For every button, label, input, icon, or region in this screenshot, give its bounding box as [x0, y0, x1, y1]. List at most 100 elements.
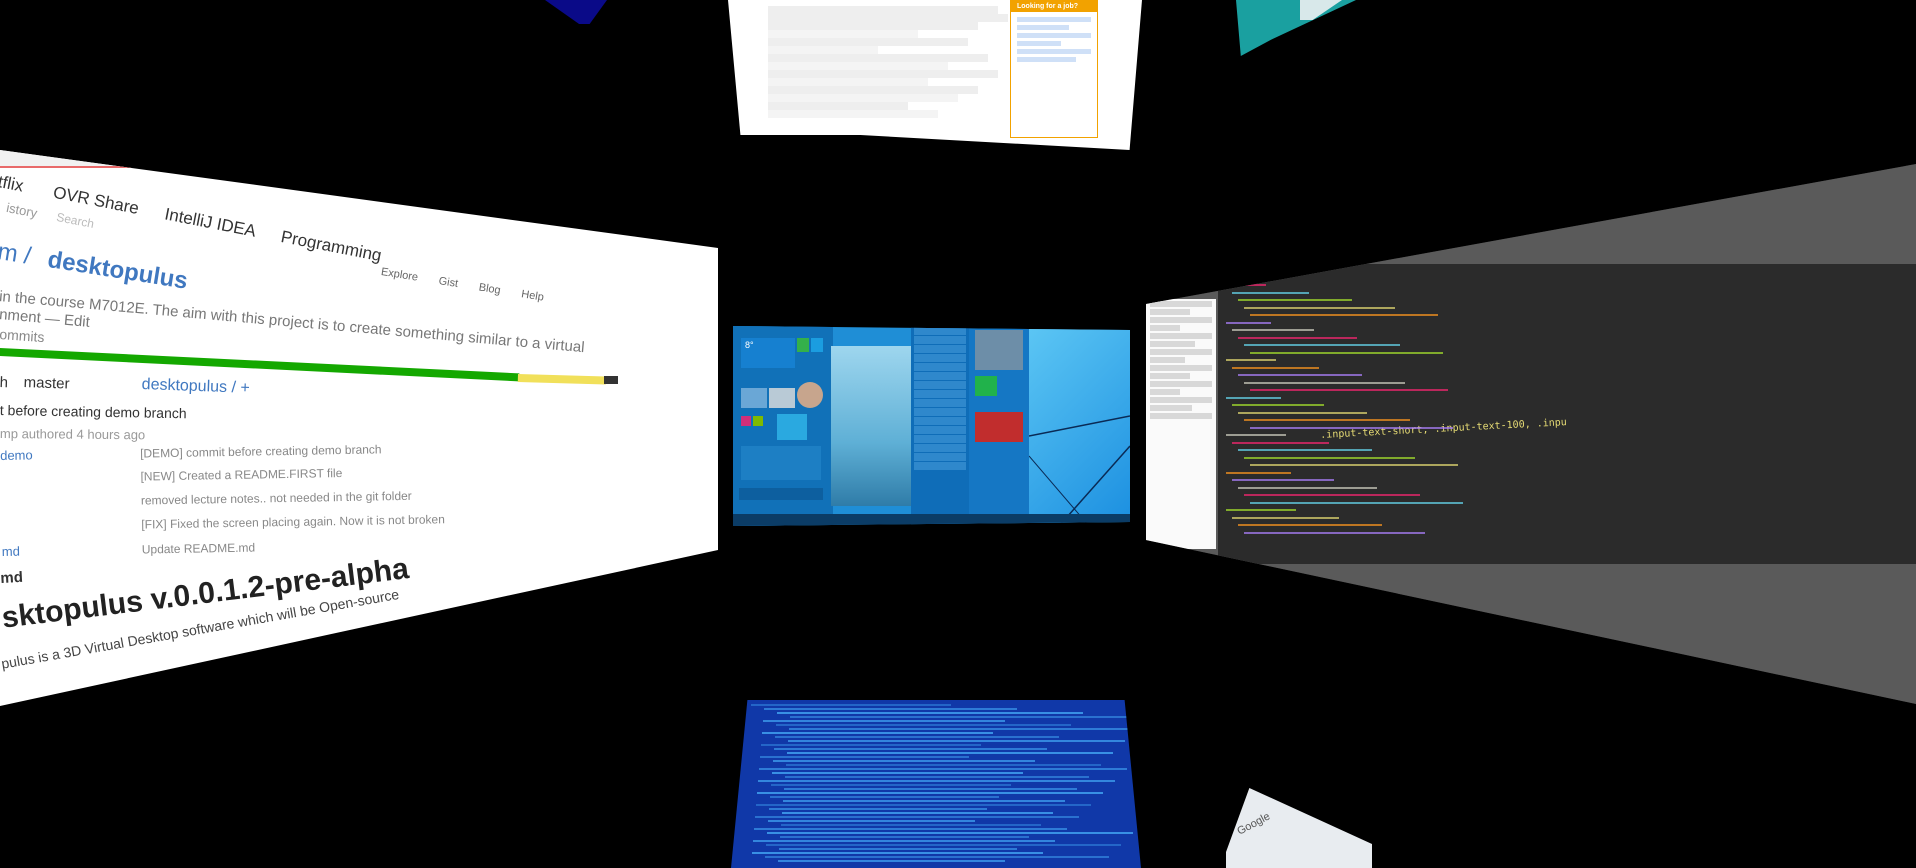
code-line: [1226, 359, 1276, 361]
wallpaper-lines: [1028, 415, 1130, 526]
code-line: [1238, 524, 1382, 526]
code-line: [1244, 344, 1400, 346]
file-name[interactable]: [1, 529, 141, 531]
branch-selector[interactable]: master: [23, 374, 69, 393]
twitter-tile[interactable]: [777, 414, 807, 440]
repo-owner[interactable]: m /: [0, 238, 33, 271]
terminal-line: [774, 748, 1047, 750]
code-line: [1250, 426, 1453, 429]
taskbar[interactable]: [733, 514, 1130, 526]
weather-tile[interactable]: 8°: [741, 338, 795, 368]
code-line: [1244, 494, 1420, 496]
terminal-line: [765, 856, 1109, 858]
bookmark-netflix[interactable]: tflix: [0, 172, 25, 196]
terminal-line: [781, 824, 1041, 826]
terminal-line: [782, 812, 1053, 814]
terminal-line: [759, 768, 1127, 770]
file-name[interactable]: [1, 481, 141, 483]
terminal-line: [785, 776, 1089, 778]
terminal-line: [766, 844, 1121, 846]
code-editor[interactable]: .input-text-short, .input-text-100, .inp…: [1218, 264, 1916, 564]
header-nav[interactable]: Explore Gist Blog Help: [380, 266, 545, 304]
code-line: [1244, 456, 1415, 459]
terminal-line: [753, 840, 1055, 842]
code-line: [1244, 381, 1405, 384]
tile-people[interactable]: [769, 388, 795, 408]
terminal-line: [772, 772, 1023, 774]
nav-blog[interactable]: Blog: [478, 281, 502, 296]
tile-news[interactable]: [975, 412, 1023, 442]
latest-commit-message[interactable]: t before creating demo branch: [0, 402, 187, 421]
top-right-window-edge: [1300, 0, 1342, 20]
code-line: [1250, 314, 1438, 316]
terminal-line: [776, 724, 1071, 726]
terminal-line: [779, 848, 1017, 850]
code-line: [1226, 284, 1266, 286]
file-commit-message[interactable]: [NEW] Created a README.FIRST file: [140, 466, 342, 484]
tile-blue[interactable]: [811, 338, 823, 352]
file-list[interactable]: demo [DEMO] commit before creating demo b…: [0, 440, 446, 568]
code-line: [1238, 336, 1357, 339]
tile-green[interactable]: [797, 338, 809, 352]
bookmark-intellij[interactable]: IntelliJ IDEA: [163, 204, 257, 240]
tile-pink[interactable]: [741, 416, 751, 426]
weather-temp: 8°: [745, 340, 754, 350]
code-line: [1244, 531, 1425, 534]
file-commit-message[interactable]: [DEMO] commit before creating demo branc…: [140, 442, 382, 460]
terminal-line: [773, 760, 1035, 762]
file-name[interactable]: md: [2, 542, 142, 559]
terminal-line: [751, 704, 951, 706]
bottom-terminal-window[interactable]: [731, 700, 1141, 868]
tile-weather-image[interactable]: [975, 330, 1023, 370]
terminal-line: [783, 800, 1065, 802]
code-line: [1226, 321, 1271, 324]
language-bar-dark: [604, 376, 618, 384]
project-tree[interactable]: [1146, 299, 1216, 549]
mountain-wallpaper: [831, 346, 921, 506]
job-sidebar-links[interactable]: [1011, 12, 1097, 67]
repo-breadcrumb[interactable]: desktopulus / +: [141, 376, 250, 398]
start-menu-list[interactable]: [911, 326, 969, 526]
right-code-editor-window[interactable]: .input-text-short, .input-text-100, .inp…: [1146, 164, 1916, 704]
nav-help[interactable]: Help: [520, 288, 544, 303]
code-line: [1244, 306, 1395, 309]
desktop-wallpaper: [1028, 326, 1130, 526]
file-name[interactable]: [1, 505, 141, 507]
search-hint[interactable]: Search: [55, 210, 95, 231]
repo-name[interactable]: desktopulus: [46, 246, 190, 296]
tile-lime[interactable]: [753, 416, 763, 426]
browser-tab-bar[interactable]: [0, 150, 718, 168]
code-line: [1232, 366, 1319, 369]
terminal-line: [768, 820, 975, 822]
left-browser-window[interactable]: tflix OVR Share IntelliJ IDEA Programmin…: [0, 150, 718, 706]
code-line: [1232, 404, 1324, 406]
code-line: [1238, 411, 1367, 414]
start-tiles-right[interactable]: [969, 326, 1029, 526]
tile-avatar[interactable]: [797, 382, 823, 408]
code-line: [1232, 329, 1314, 331]
nav-gist[interactable]: Gist: [438, 275, 459, 290]
tile-store[interactable]: [975, 376, 997, 396]
code-line: [1232, 291, 1309, 294]
tile-list: [741, 446, 821, 480]
terminal-line: [771, 784, 1011, 786]
file-name[interactable]: demo: [0, 446, 140, 463]
center-windows-desktop[interactable]: 8°: [733, 326, 1130, 526]
language-bar-green: [0, 348, 520, 382]
terminal-line: [790, 716, 1141, 718]
top-document-window[interactable]: Looking for a job?: [728, 0, 1142, 150]
commits-count[interactable]: ommits: [0, 326, 45, 345]
terminal-line: [761, 744, 981, 746]
bookmark-programming[interactable]: Programming: [279, 227, 383, 265]
terminal-line: [764, 708, 1017, 710]
commit-author: mp authored 4 hours ago: [0, 426, 146, 443]
history-label: istory: [5, 200, 39, 221]
search-box[interactable]: [739, 488, 823, 500]
tile-photo[interactable]: [741, 388, 767, 408]
terminal-line: [767, 832, 1133, 834]
terminal-line: [777, 712, 1083, 714]
code-line: [1238, 299, 1352, 301]
file-commit-message[interactable]: Update README.md: [142, 541, 256, 557]
start-tiles-pane[interactable]: 8°: [733, 326, 833, 526]
nav-explore[interactable]: Explore: [380, 266, 419, 284]
